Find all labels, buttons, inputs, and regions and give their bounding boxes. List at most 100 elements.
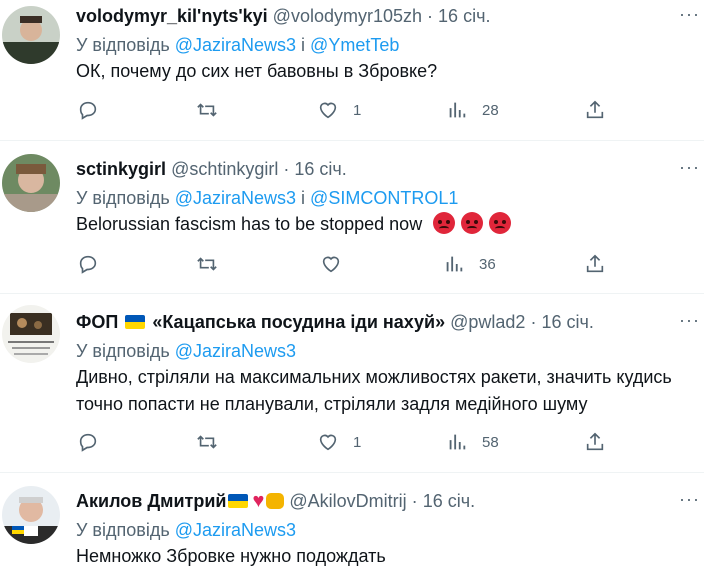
analytics-icon <box>446 256 463 272</box>
timestamp[interactable]: 16 січ. <box>438 6 490 26</box>
user-handle[interactable]: @AkilovDmitrij <box>289 491 406 511</box>
mention-link[interactable]: @SIMCONTROL1 <box>310 188 458 208</box>
reply-icon <box>79 255 97 274</box>
heart-icon <box>322 256 340 273</box>
tweet-header: volodymyr_kil'nyts'kyi @volodymyr105zh ·… <box>76 4 704 28</box>
analytics-icon <box>449 434 466 450</box>
reply-icon <box>79 433 97 452</box>
like-button[interactable]: 1 <box>317 428 361 456</box>
reply-context: У відповідь @JaziraNews3 <box>76 517 704 543</box>
tweet-header: Акилов Дмитрий ♥ @AkilovDmitrij · 16 січ. <box>76 489 704 513</box>
reply-separator: і <box>296 35 311 55</box>
reply-button[interactable] <box>77 96 99 124</box>
mention-link[interactable]: @JaziraNews3 <box>175 341 296 361</box>
timestamp[interactable]: 16 січ. <box>541 312 593 332</box>
reply-button[interactable] <box>77 250 99 278</box>
reply-context: У відповідь @JaziraNews3 і @SIMCONTROL1 <box>76 185 704 211</box>
retweet-icon <box>197 257 217 271</box>
angry-face-icon <box>433 212 456 234</box>
retweet-button[interactable] <box>196 428 218 456</box>
tweet-3[interactable]: ФОП «Кацапська посудина іди нахуй» @pwla… <box>0 293 704 473</box>
display-name[interactable]: «Кацапська посудина іди нахуй» <box>152 312 445 332</box>
reply-prefix: У відповідь <box>76 35 170 55</box>
views-button[interactable]: 36 <box>443 250 496 278</box>
user-handle[interactable]: @volodymyr105zh <box>273 6 422 26</box>
tweet-4[interactable]: Акилов Дмитрий ♥ @AkilovDmitrij · 16 січ.… <box>0 472 704 574</box>
retweet-button[interactable] <box>196 250 218 278</box>
reply-separator: і <box>296 188 311 208</box>
retweet-button[interactable] <box>196 96 218 124</box>
name-prefix[interactable]: ФОП <box>76 312 118 332</box>
heart-emoji-icon: ♥ <box>252 490 265 512</box>
tweet-text: Дивно, стріляли на максимальних можливос… <box>76 367 672 414</box>
share-icon <box>586 100 604 119</box>
like-button[interactable]: 1 <box>317 96 361 124</box>
retweet-icon <box>197 435 217 449</box>
separator-dot: · <box>411 491 418 511</box>
share-button[interactable] <box>584 250 606 278</box>
user-handle[interactable]: @schtinkygirl <box>171 159 278 179</box>
action-bar: 36 <box>0 250 704 278</box>
reply-context: У відповідь @JaziraNews3 <box>76 338 704 364</box>
fist-emoji-icon <box>266 493 285 509</box>
heart-icon <box>319 434 337 451</box>
angry-face-icon <box>489 212 512 234</box>
more-dots-icon[interactable]: ··· <box>679 157 700 178</box>
tweet-1[interactable]: volodymyr_kil'nyts'kyi @volodymyr105zh ·… <box>0 0 704 141</box>
angry-face-icon <box>461 212 484 234</box>
mention-link[interactable]: @YmetTeb <box>310 35 399 55</box>
ukraine-flag-icon <box>228 494 249 508</box>
reply-icon <box>79 101 97 120</box>
like-count: 1 <box>353 101 362 119</box>
share-icon <box>586 254 604 273</box>
mention-link[interactable]: @JaziraNews3 <box>175 520 296 540</box>
avatar[interactable] <box>2 154 60 212</box>
views-button[interactable]: 28 <box>446 96 499 124</box>
separator-dot: · <box>427 6 434 26</box>
display-name[interactable]: Акилов Дмитрий <box>76 491 226 511</box>
like-count: 1 <box>353 433 362 451</box>
timestamp[interactable]: 16 січ. <box>423 491 475 511</box>
tweet-text-body: Belorussian fascism has to be stopped no… <box>76 214 423 234</box>
action-bar: 1 58 <box>0 428 704 456</box>
share-icon <box>586 432 604 451</box>
tweet-header: sctinkygirl @schtinkygirl · 16 січ. <box>76 157 704 181</box>
more-dots-icon[interactable]: ··· <box>679 4 700 25</box>
reply-prefix: У відповідь <box>76 520 170 540</box>
mention-link[interactable]: @JaziraNews3 <box>175 188 296 208</box>
view-count: 58 <box>482 433 499 451</box>
reply-prefix: У відповідь <box>76 188 170 208</box>
tweet-header: ФОП «Кацапська посудина іди нахуй» @pwla… <box>76 310 704 334</box>
share-button[interactable] <box>584 96 606 124</box>
tweet-2[interactable]: sctinkygirl @schtinkygirl · 16 січ. ··· … <box>0 140 704 294</box>
ukraine-flag-icon <box>125 315 146 329</box>
mention-link[interactable]: @JaziraNews3 <box>175 35 296 55</box>
avatar[interactable] <box>2 486 60 544</box>
views-button[interactable]: 58 <box>446 428 499 456</box>
retweet-icon <box>197 103 217 117</box>
reply-prefix: У відповідь <box>76 341 170 361</box>
action-bar: 1 28 <box>0 96 704 124</box>
ukraine-flag-icon <box>12 526 24 534</box>
like-button[interactable] <box>320 250 356 278</box>
user-handle[interactable]: @pwlad2 <box>450 312 525 332</box>
display-name[interactable]: sctinkygirl <box>76 159 166 179</box>
view-count: 28 <box>482 101 499 119</box>
timestamp[interactable]: 16 січ. <box>294 159 346 179</box>
share-button[interactable] <box>584 428 606 456</box>
tweet-text: Belorussian fascism has to be stopped no… <box>76 211 704 238</box>
more-dots-icon[interactable]: ··· <box>679 310 700 331</box>
reply-context: У відповідь @JaziraNews3 і @YmetTeb <box>76 32 704 58</box>
separator-dot: · <box>283 159 290 179</box>
view-count: 36 <box>479 255 496 273</box>
tweet-text: Немножко Збровке нужно подождать <box>76 546 386 566</box>
heart-icon <box>319 102 337 119</box>
avatar[interactable] <box>2 6 60 64</box>
more-dots-icon[interactable]: ··· <box>679 489 700 510</box>
avatar[interactable] <box>2 305 60 363</box>
display-name[interactable]: volodymyr_kil'nyts'kyi <box>76 6 268 26</box>
separator-dot: · <box>530 312 537 332</box>
reply-button[interactable] <box>77 428 99 456</box>
tweet-text: ОК, почему до сих нет бавовны в Збровке? <box>76 61 438 81</box>
analytics-icon <box>449 102 466 118</box>
